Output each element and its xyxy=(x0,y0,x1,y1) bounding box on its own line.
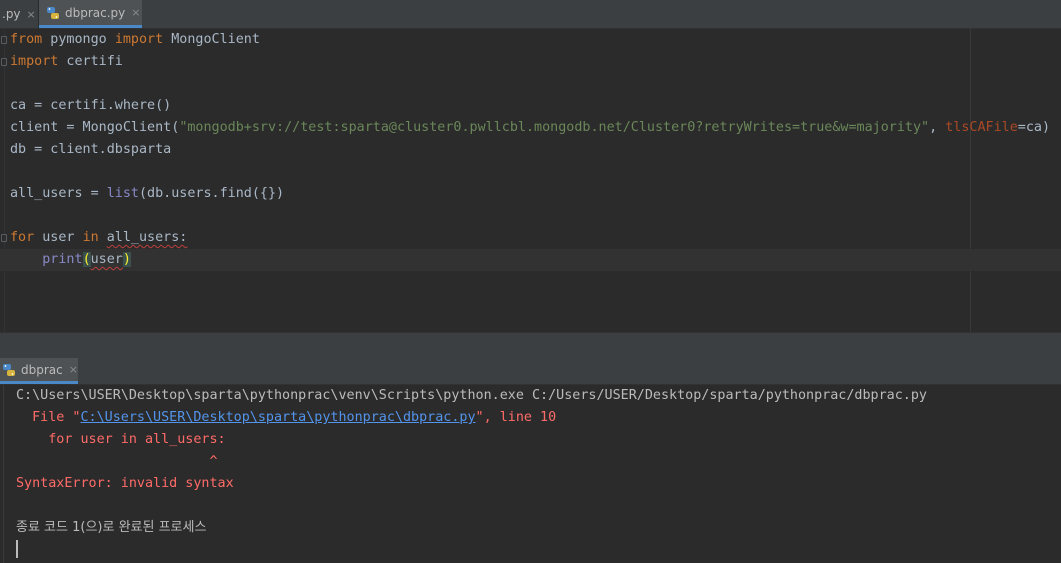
syntax-error-highlight: all_users: xyxy=(106,230,188,245)
run-tab-label: dbprac xyxy=(21,362,63,377)
traceback-file-link[interactable]: C:\Users\USER\Desktop\sparta\pythonprac\… xyxy=(81,410,476,425)
code-line-2: import certifi xyxy=(10,54,123,69)
python-file-icon xyxy=(47,6,59,19)
console-left-border xyxy=(3,385,4,563)
close-icon[interactable]: × xyxy=(69,363,78,376)
code-line-8: all_users = list(db.users.find({}) xyxy=(10,186,285,201)
console-command-line: C:\Users\USER\Desktop\sparta\pythonprac\… xyxy=(16,388,927,403)
console-caret-line: ^ xyxy=(16,454,218,469)
tab-previous-label: .py xyxy=(2,7,21,21)
run-console[interactable]: C:\Users\USER\Desktop\sparta\pythonprac\… xyxy=(0,385,1061,563)
run-tab-dbprac[interactable]: dbprac × xyxy=(0,358,78,384)
fold-marker[interactable] xyxy=(1,58,7,66)
close-icon[interactable]: × xyxy=(27,8,36,21)
console-exit-message: 종료 코드 1(으)로 완료된 프로세스 xyxy=(16,520,207,535)
tab-dbprac-py[interactable]: dbprac.py × xyxy=(39,0,142,28)
code-line-10: for user in all_users: xyxy=(10,230,188,245)
tab-active-label: dbprac.py xyxy=(65,5,126,20)
python-run-icon xyxy=(3,363,15,376)
code-line-11: print(user) xyxy=(42,252,131,267)
code-line-1: from pymongo import MongoClient xyxy=(10,32,260,47)
console-source-line: for user in all_users: xyxy=(16,432,226,447)
console-error-line: SyntaxError: invalid syntax xyxy=(16,476,234,491)
code-editor[interactable]: from pymongo import MongoClient import c… xyxy=(0,29,1061,332)
tab-previous-file[interactable]: .py × xyxy=(0,0,38,28)
code-line-5: client = MongoClient("mongodb+srv://test… xyxy=(10,120,1051,135)
right-margin-guide xyxy=(970,29,971,332)
current-line-highlight xyxy=(0,249,1061,271)
close-icon[interactable]: × xyxy=(131,6,140,19)
code-line-4: ca = certifi.where() xyxy=(10,98,172,113)
editor-panel-divider[interactable] xyxy=(0,332,1061,359)
editor-tab-bar: .py × dbprac.py × xyxy=(0,0,1061,29)
code-line-6: db = client.dbsparta xyxy=(10,142,172,157)
gutter-divider xyxy=(4,29,5,332)
run-panel-header: dbprac × xyxy=(0,358,1061,385)
matched-paren: ( xyxy=(82,252,91,267)
fold-marker[interactable] xyxy=(1,36,7,44)
console-file-line: File "C:\Users\USER\Desktop\sparta\pytho… xyxy=(16,410,557,425)
fold-marker[interactable] xyxy=(1,234,7,242)
matched-paren: ) xyxy=(122,252,131,267)
console-input-cursor xyxy=(16,540,18,558)
